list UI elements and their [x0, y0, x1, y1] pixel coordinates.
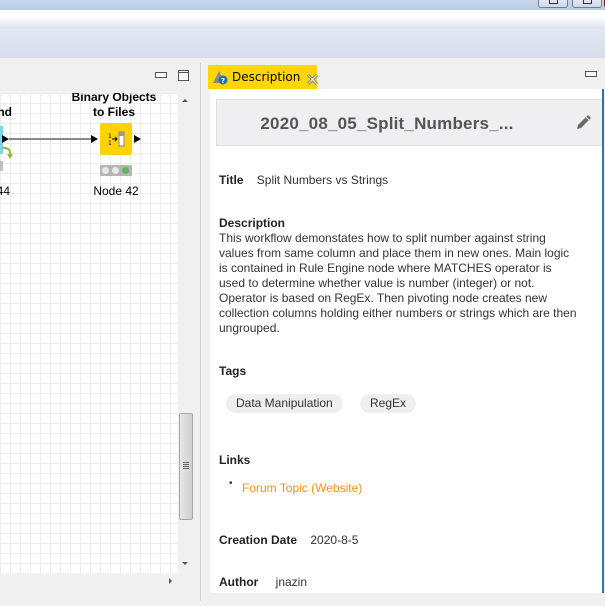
- window-titlebar: [0, 0, 605, 10]
- minimize-icon[interactable]: [585, 71, 597, 77]
- output-port-icon[interactable]: [134, 135, 141, 143]
- description-content: 2020_08_05_Split_Numbers_... Title Split…: [210, 89, 604, 593]
- input-port-icon[interactable]: [91, 135, 98, 143]
- horizontal-scrollbar[interactable]: [0, 573, 178, 589]
- scroll-down-icon[interactable]: [182, 562, 188, 565]
- svg-text:1: 1: [108, 133, 112, 140]
- grip-icon: [183, 462, 189, 469]
- connection-line[interactable]: [9, 138, 91, 140]
- links-label: Links: [219, 453, 251, 467]
- author-label: Author: [219, 575, 259, 589]
- tag-chip[interactable]: Data Manipulation: [226, 394, 343, 413]
- vertical-scrollbar[interactable]: [178, 93, 193, 573]
- description-help-icon: ?: [212, 69, 228, 85]
- creation-date-label: Creation Date: [219, 533, 298, 547]
- title-label: Title: [219, 173, 244, 187]
- maximize-button[interactable]: [538, 0, 568, 8]
- svg-text:1: 1: [108, 140, 112, 147]
- node-id-partial: 44: [0, 184, 10, 198]
- close-icon[interactable]: [307, 72, 319, 85]
- creation-date-value: 2020-8-5: [310, 533, 359, 547]
- creation-date-field: Creation Date 2020-8-5: [219, 533, 358, 547]
- restore-button[interactable]: [572, 0, 602, 8]
- scrollbar-thumb[interactable]: [179, 413, 193, 520]
- author-field: Author jnazin: [219, 575, 307, 589]
- pencil-icon[interactable]: [574, 112, 594, 132]
- maximize-icon[interactable]: [178, 70, 189, 81]
- partial-traffic-light: [0, 161, 3, 171]
- minimize-icon[interactable]: [155, 72, 167, 78]
- node-id: Node 42: [93, 184, 139, 198]
- output-port-icon[interactable]: [2, 135, 9, 143]
- bullet: •: [229, 478, 233, 489]
- node-binary-objects-to-files[interactable]: 1 1: [100, 123, 132, 155]
- svg-text:?: ?: [221, 77, 225, 85]
- title-value: Split Numbers vs Strings: [256, 173, 389, 187]
- node-label-partial: nd: [0, 105, 12, 119]
- binary-to-file-icon: 1 1: [108, 131, 125, 147]
- loop-arrow-icon: [1, 146, 13, 159]
- status-light-red: [102, 167, 109, 174]
- workflow-editor-panel: nd 44 Binary Objects to Files 1 1: [0, 63, 201, 601]
- toolbar: [0, 29, 605, 58]
- status-light-green: [122, 167, 129, 174]
- description-label: Description: [219, 216, 286, 230]
- workflow-header-card: 2020_08_05_Split_Numbers_...: [216, 99, 602, 146]
- workflow-canvas[interactable]: nd 44 Binary Objects to Files 1 1: [0, 93, 178, 573]
- tab-description[interactable]: ? Description: [208, 65, 319, 89]
- tags-label: Tags: [219, 364, 247, 378]
- tag-chip[interactable]: RegEx: [360, 394, 417, 413]
- workflow-name: 2020_08_05_Split_Numbers_...: [260, 114, 514, 133]
- scroll-right-icon[interactable]: [169, 578, 172, 584]
- node-status-traffic-light: [100, 165, 132, 176]
- link-forum-topic[interactable]: Forum Topic (Website): [242, 481, 362, 495]
- description-panel: ? Description 2020_08_05_Split_Numbers_.…: [205, 63, 605, 593]
- menu-bar: [0, 10, 605, 29]
- description-text: This workflow demonstates how to split n…: [219, 231, 577, 335]
- author-value: jnazin: [275, 575, 308, 589]
- node-title-line-1: Binary Objects: [71, 93, 157, 104]
- status-light-yellow: [112, 167, 119, 174]
- node-title: Binary Objects to Files: [64, 93, 164, 120]
- title-field: Title Split Numbers vs Strings: [219, 173, 388, 187]
- tab-label: Description: [232, 70, 301, 84]
- scroll-up-icon[interactable]: [182, 99, 188, 102]
- node-title-line-2: to Files: [92, 105, 135, 119]
